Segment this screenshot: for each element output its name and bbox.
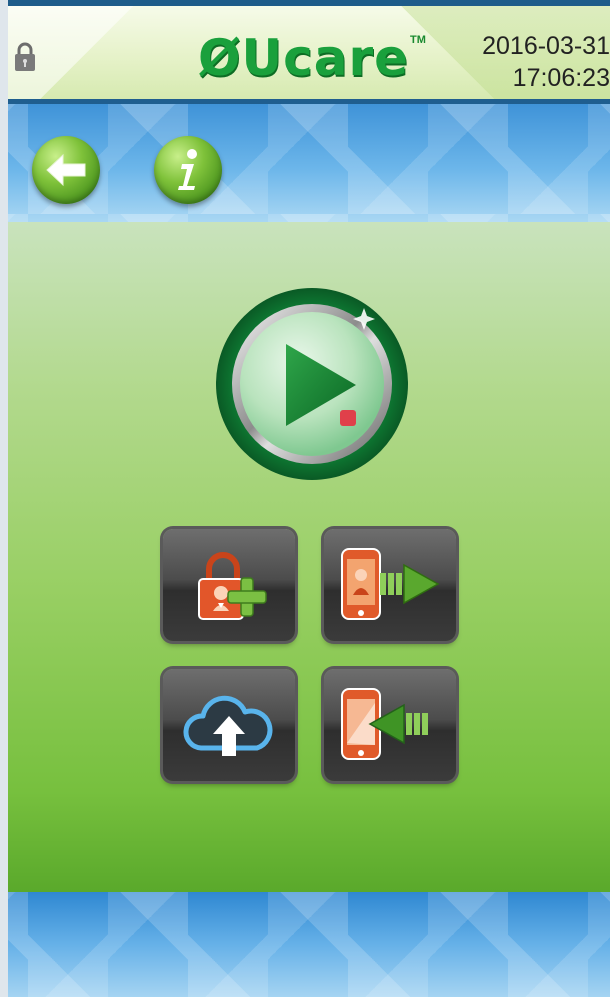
toolbar-band [8,104,610,222]
cloud-upload-icon [183,695,273,756]
app-frame: ØUcare TM 2016-03-31 17:06:23 [8,0,610,997]
export-to-phone-icon [341,548,440,620]
import-from-phone-button[interactable] [324,669,456,781]
datetime-display: 2016-03-31 17:06:23 [482,30,610,94]
back-button[interactable] [32,136,100,204]
lock-icon[interactable] [14,42,36,72]
import-from-phone-icon [341,688,428,760]
trademark-mark: TM [410,34,426,46]
date-text: 2016-03-31 [482,32,610,60]
time-text: 17:06:23 [512,64,610,92]
play-record-icon [216,288,408,480]
start-measurement-button[interactable] [214,286,410,482]
app-logo: ØUcare [198,29,410,87]
info-icon [178,149,197,190]
header-bar: ØUcare TM 2016-03-31 17:06:23 [8,0,610,104]
export-to-phone-button[interactable] [324,529,456,641]
info-button[interactable] [154,136,222,204]
add-patient-icon [198,552,267,620]
main-panel [8,222,610,892]
add-patient-button[interactable] [163,529,295,641]
footer-band [8,892,610,997]
back-arrow-icon [46,153,86,187]
cloud-upload-button[interactable] [163,669,295,781]
